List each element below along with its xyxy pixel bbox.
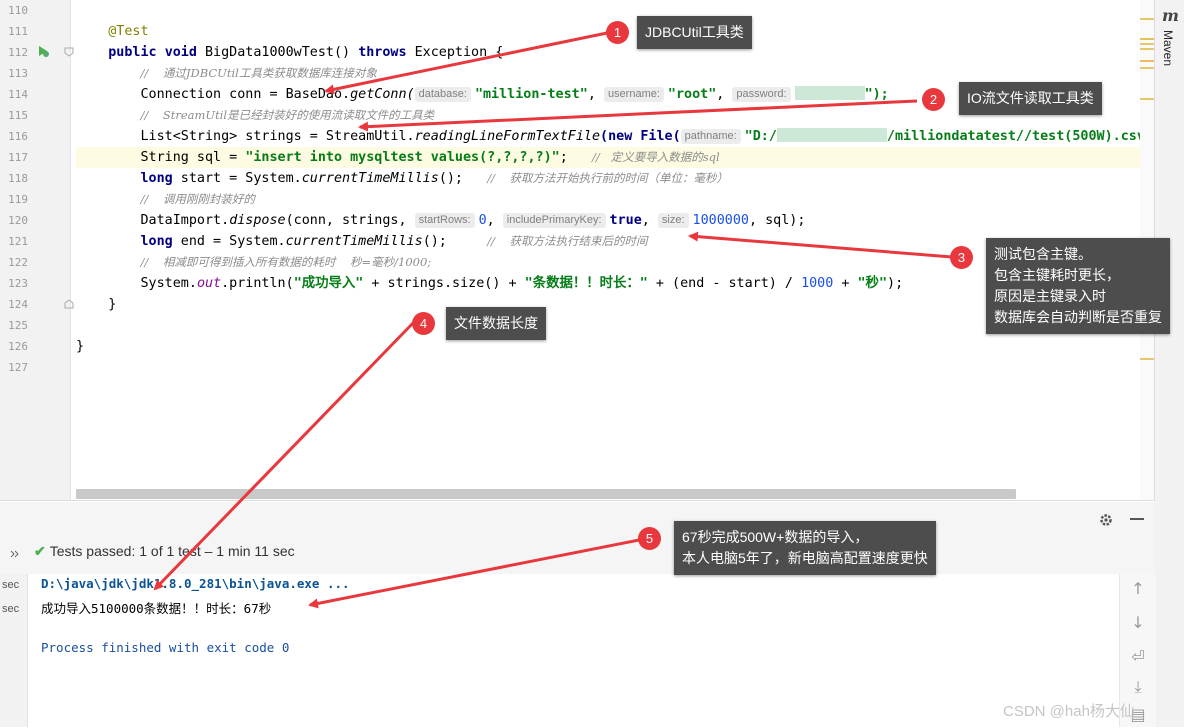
- warning-marker[interactable]: [1140, 18, 1154, 20]
- right-tool-bar: m Maven: [1154, 0, 1184, 727]
- console-exit: Process finished with exit code 0: [41, 640, 290, 655]
- callout-badge-5: 5: [638, 527, 661, 550]
- code-line-123: System.out.println("成功导入" + strings.size…: [140, 276, 904, 291]
- warning-marker[interactable]: [1140, 48, 1154, 50]
- callout-5: 67秒完成500W+数据的导入， 本人电脑5年了，新电脑高配置速度更快: [674, 521, 936, 575]
- line-number: 127: [8, 361, 28, 374]
- callout-badge-1: 1: [606, 21, 629, 44]
- code-line-126: }: [76, 339, 85, 354]
- maven-tab[interactable]: Maven: [1161, 30, 1175, 66]
- callout-badge-3: 3: [950, 246, 973, 269]
- console-output: 成功导入5100000条数据！！时长：67秒: [41, 601, 272, 616]
- param-hint: pathname:: [680, 129, 741, 144]
- check-icon: ✔: [34, 543, 46, 559]
- line-number: 122: [8, 256, 28, 269]
- line-number: 124: [8, 298, 28, 311]
- test-tree: sec sec: [0, 574, 28, 727]
- fold-end-icon[interactable]: [64, 299, 74, 309]
- code-line-124: }: [108, 297, 117, 312]
- param-hint: password:: [732, 87, 791, 102]
- warning-marker[interactable]: [1140, 98, 1154, 100]
- tests-status: ✔ Tests passed: 1 of 1 test – 1 min 11 se…: [34, 543, 295, 559]
- code-line-114: Connection conn = BaseDao.getConn(databa…: [140, 86, 889, 102]
- line-number: 113: [8, 67, 28, 80]
- code-line-117: String sql = "insert into mysqltest valu…: [76, 147, 1155, 168]
- line-number: 121: [8, 235, 28, 248]
- duration-label: sec: [2, 603, 20, 615]
- param-hint: startRows:: [414, 213, 475, 228]
- code-line-119: // 调用刚刚封装好的: [140, 192, 255, 206]
- warning-marker[interactable]: [1140, 67, 1154, 69]
- code-line-122: // 相减即可得到插入所有数据的耗时 秒=毫秒/1000;: [140, 255, 432, 269]
- param-hint: username:: [603, 87, 664, 102]
- line-number: 120: [8, 214, 28, 227]
- redacted-path: [776, 128, 887, 142]
- code-line-112: public void BigData1000wTest() throws Ex…: [108, 45, 504, 60]
- run-toolbar: [0, 502, 1155, 574]
- line-number: 115: [8, 109, 28, 122]
- param-hint: database:: [414, 87, 471, 102]
- line-number: 114: [8, 88, 28, 101]
- line-number: 117: [8, 151, 28, 164]
- warning-marker[interactable]: [1140, 38, 1154, 40]
- run-test-icon[interactable]: [36, 44, 50, 58]
- line-number: 123: [8, 277, 28, 290]
- callout-1: JDBCUtil工具类: [637, 16, 752, 49]
- line-number: 111: [8, 25, 28, 38]
- callout-badge-4: 4: [412, 312, 435, 335]
- callout-4: 文件数据长度: [446, 307, 546, 340]
- maven-icon[interactable]: m: [1162, 6, 1179, 25]
- console-command: D:\java\jdk\jdk1.8.0_281\bin\java.exe ..…: [41, 576, 350, 591]
- gear-icon[interactable]: [1098, 512, 1114, 528]
- warning-marker[interactable]: [1140, 43, 1154, 45]
- line-number: 125: [8, 319, 28, 332]
- code-line-111: @Test: [108, 24, 149, 39]
- code-line-113: // 通过JDBCUtil工具类获取数据库连接对象: [140, 66, 377, 80]
- line-number: 126: [8, 340, 28, 353]
- minimize-icon[interactable]: [1130, 518, 1144, 522]
- param-hint: size:: [657, 213, 689, 228]
- code-line-121: long end = System.currentTimeMillis(); /…: [140, 234, 648, 249]
- duration-label: sec: [2, 579, 20, 591]
- code-line-115: // StreamUtil是已经封装好的使用流读取文件的工具类: [140, 108, 435, 122]
- line-number: 112: [8, 46, 28, 59]
- arrow-down-icon[interactable]: ↓: [1120, 613, 1156, 632]
- callout-3: 测试包含主键。 包含主键耗时更长， 原因是主键录入时 数据库会自动判断是否重复: [986, 238, 1170, 334]
- line-number-gutter: 110 111 112 113 114 115 116 117 118 119 …: [0, 0, 74, 500]
- arrow-up-icon[interactable]: ↑: [1120, 579, 1156, 598]
- param-hint: includePrimaryKey:: [502, 213, 606, 228]
- line-number: 118: [8, 172, 28, 185]
- expand-icon[interactable]: [10, 549, 20, 559]
- line-number: 119: [8, 193, 28, 206]
- code-line-120: DataImport.dispose(conn, strings, startR…: [140, 213, 806, 228]
- line-number: 110: [8, 4, 28, 17]
- code-editor[interactable]: 110 111 112 113 114 115 116 117 118 119 …: [0, 0, 1155, 500]
- callout-badge-2: 2: [922, 88, 945, 111]
- watermark: CSDN @hah杨大仙: [1003, 703, 1135, 720]
- code-line-116: List<String> strings = StreamUtil.readin…: [140, 128, 1153, 144]
- redacted-password: [794, 86, 865, 100]
- line-number: 116: [8, 130, 28, 143]
- callout-2: IO流文件读取工具类: [959, 82, 1102, 115]
- fold-icon[interactable]: [64, 47, 74, 57]
- warning-marker[interactable]: [1140, 60, 1154, 62]
- code-line-118: long start = System.currentTimeMillis();…: [140, 171, 729, 186]
- horizontal-scrollbar[interactable]: [76, 489, 1016, 499]
- scroll-end-icon[interactable]: ⤓: [1120, 677, 1156, 697]
- warning-marker[interactable]: [1140, 358, 1154, 360]
- wrap-icon[interactable]: ⏎: [1120, 647, 1156, 666]
